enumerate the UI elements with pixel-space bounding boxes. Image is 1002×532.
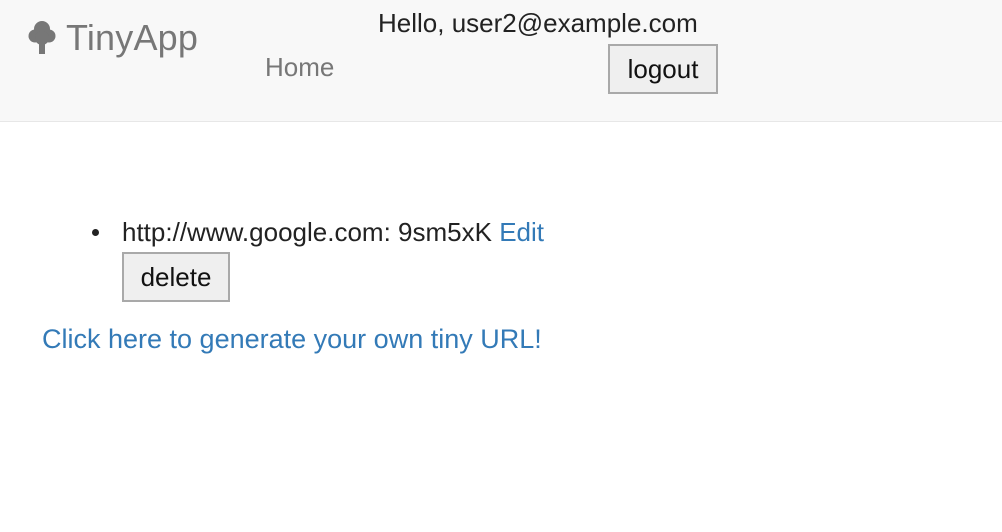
url-list: http://www.google.com: 9sm5xK Edit delet… [84, 214, 544, 302]
navbar: TinyApp Home Hello, user2@example.com lo… [0, 0, 1002, 122]
nav-home-link[interactable]: Home [265, 52, 334, 83]
user-greeting: Hello, user2@example.com [378, 8, 698, 38]
generate-url-link[interactable]: Click here to generate your own tiny URL… [42, 324, 542, 355]
brand-name: TinyApp [66, 17, 199, 58]
delete-button[interactable]: delete [122, 252, 230, 302]
bullet-icon [92, 229, 99, 236]
brand-link[interactable]: TinyApp [28, 17, 199, 58]
tree-icon [28, 21, 56, 54]
long-url-text: http://www.google.com: [122, 217, 391, 247]
logout-button[interactable]: logout [608, 44, 718, 94]
url-list-item: http://www.google.com: 9sm5xK Edit delet… [84, 214, 544, 302]
short-url-id: 9sm5xK [398, 217, 492, 247]
edit-link[interactable]: Edit [499, 217, 544, 247]
